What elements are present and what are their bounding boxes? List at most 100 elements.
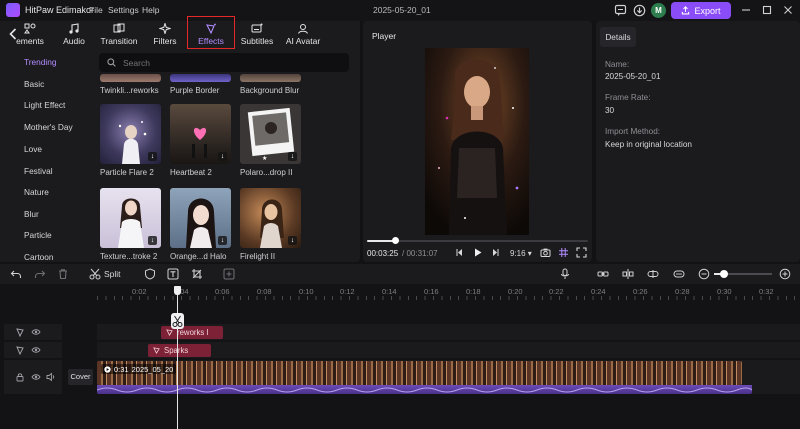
category-basic[interactable]: Basic: [24, 79, 44, 89]
ruler-label: 0:12: [340, 287, 355, 296]
shield-icon[interactable]: [144, 268, 156, 280]
export-icon: [682, 6, 690, 15]
grid-icon[interactable]: [558, 247, 569, 258]
split-icon[interactable]: [89, 268, 101, 280]
category-cartoon[interactable]: Cartoon: [24, 252, 54, 262]
link-icon[interactable]: [597, 268, 609, 280]
export-button[interactable]: Export: [671, 2, 731, 19]
tab-audio[interactable]: Audio: [60, 21, 88, 48]
player-scrub-track[interactable]: [367, 240, 588, 242]
eye-icon[interactable]: [31, 345, 41, 355]
effect-label: Firelight II: [240, 252, 276, 261]
audio-waveform[interactable]: [97, 385, 752, 394]
menu-settings[interactable]: Settings: [108, 5, 139, 15]
tab-subtitles[interactable]: Subtitles: [240, 21, 274, 48]
ruler-label: 0:18: [466, 287, 481, 296]
ruler-label: 0:32: [759, 287, 774, 296]
effect-thumb-background-blur[interactable]: [240, 74, 301, 82]
tab-elements[interactable]: ements: [13, 21, 47, 48]
effect-thumb-twinkling-fireworks[interactable]: [100, 74, 161, 82]
crop-icon[interactable]: [191, 268, 203, 280]
snap-icon[interactable]: [622, 268, 634, 280]
user-avatar[interactable]: M: [651, 3, 666, 18]
fullscreen-icon[interactable]: [576, 247, 587, 258]
detail-label-frame-rate: Frame Rate:: [605, 93, 651, 102]
category-love[interactable]: Love: [24, 144, 42, 154]
effect-thumb-purple-border[interactable]: [170, 74, 231, 82]
download-badge-icon[interactable]: ↓: [148, 152, 157, 161]
split-label[interactable]: Split: [104, 269, 121, 279]
eye-icon[interactable]: [31, 372, 41, 382]
ai-avatar-icon: [298, 24, 308, 34]
tab-label: Subtitles: [240, 36, 274, 46]
maximize-icon[interactable]: [762, 5, 772, 15]
minimize-icon[interactable]: [741, 5, 751, 15]
effect-clip-sparks[interactable]: Sparks: [148, 344, 211, 357]
category-nature[interactable]: Nature: [24, 187, 49, 197]
player-scrub-handle[interactable]: [392, 237, 399, 244]
close-icon[interactable]: [783, 5, 793, 15]
menu-file[interactable]: File: [89, 5, 103, 15]
download-badge-icon[interactable]: ↓: [218, 236, 227, 245]
tab-details[interactable]: Details: [600, 27, 636, 47]
category-festival[interactable]: Festival: [24, 166, 53, 176]
detach-icon[interactable]: [647, 268, 659, 280]
category-light-effect[interactable]: Light Effect: [24, 100, 65, 110]
sparkle-icon: [159, 23, 171, 34]
next-frame-icon[interactable]: [490, 247, 501, 258]
undo-icon[interactable]: [10, 268, 22, 280]
cover-button[interactable]: Cover: [68, 369, 93, 385]
category-trending[interactable]: Trending: [24, 57, 56, 67]
playhead-handle[interactable]: [174, 286, 181, 295]
lock-icon[interactable]: [15, 372, 25, 382]
scissors-marker[interactable]: [171, 313, 184, 329]
tab-transition[interactable]: Transition: [99, 21, 139, 48]
tab-ai-avatar[interactable]: AI Avatar: [284, 21, 322, 48]
download-badge-icon[interactable]: ↓: [288, 236, 297, 245]
tab-filters[interactable]: Filters: [152, 21, 178, 48]
effects-icon: [153, 347, 160, 354]
download-badge-icon[interactable]: ↓: [288, 152, 297, 161]
app-name: HitPaw Edimakor: [25, 5, 95, 15]
ruler-label: 0:06: [215, 287, 230, 296]
feedback-icon[interactable]: [614, 4, 627, 17]
ruler-label: 0:02: [132, 287, 147, 296]
playhead[interactable]: [177, 287, 178, 429]
search-box[interactable]: [99, 53, 349, 72]
camera-icon[interactable]: [540, 247, 551, 258]
video-preview[interactable]: [425, 48, 529, 235]
zoom-out-icon[interactable]: [698, 268, 710, 280]
effect-label: Texture...troke 2: [100, 252, 158, 261]
ruler-label: 0:30: [717, 287, 732, 296]
delete-icon[interactable]: [57, 268, 69, 280]
download-badge-icon[interactable]: ↓: [218, 152, 227, 161]
category-mothers-day[interactable]: Mother's Day: [24, 122, 73, 132]
aspect-ratio-select[interactable]: 9:16 ▾: [510, 249, 532, 258]
zoom-slider-handle[interactable]: [720, 270, 728, 278]
captions-icon[interactable]: [673, 268, 685, 280]
tab-label: Transition: [100, 36, 138, 46]
add-media-icon[interactable]: [223, 268, 235, 280]
text-icon[interactable]: [167, 268, 179, 280]
play-icon[interactable]: [472, 247, 483, 258]
redo-icon[interactable]: [34, 268, 46, 280]
subtitles-icon: [251, 23, 263, 33]
video-clip[interactable]: [97, 361, 742, 385]
ruler-label: 0:26: [633, 287, 648, 296]
category-blur[interactable]: Blur: [24, 209, 39, 219]
menu-help[interactable]: Help: [142, 5, 159, 15]
search-input[interactable]: [123, 57, 323, 68]
effect-label: Heartbeat 2: [170, 168, 212, 177]
player-scrub-progress: [367, 240, 395, 242]
speaker-icon[interactable]: [46, 372, 56, 382]
eye-icon[interactable]: [31, 327, 41, 337]
tab-label: ements: [16, 36, 44, 46]
prev-frame-icon[interactable]: [454, 247, 465, 258]
category-particle[interactable]: Particle: [24, 230, 52, 240]
microphone-icon[interactable]: [559, 268, 571, 280]
download-icon[interactable]: [633, 4, 646, 17]
tab-label: Audio: [63, 36, 85, 46]
zoom-in-icon[interactable]: [779, 268, 791, 280]
download-badge-icon[interactable]: ↓: [148, 236, 157, 245]
ruler-label: 0:08: [257, 287, 272, 296]
